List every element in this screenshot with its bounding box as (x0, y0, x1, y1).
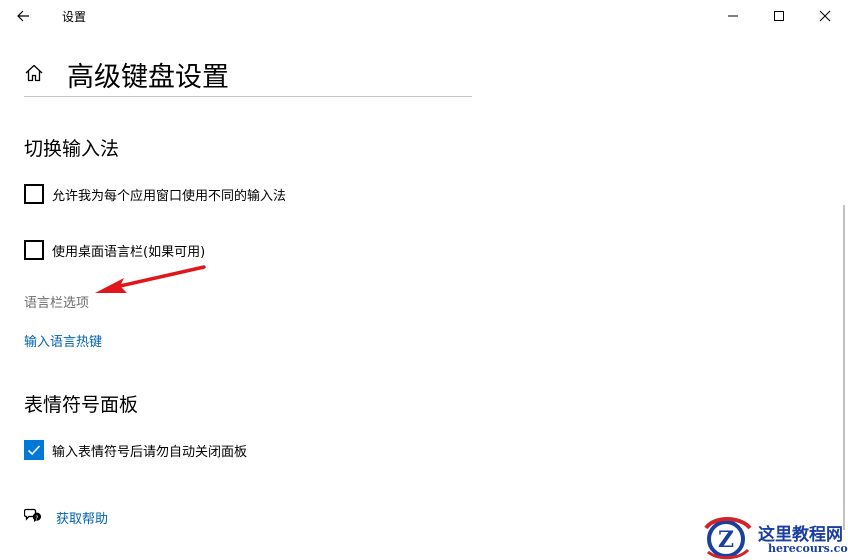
close-icon (819, 10, 831, 22)
title-bar: 设置 (0, 0, 848, 32)
close-button[interactable] (810, 4, 840, 28)
checkbox-box[interactable] (24, 184, 44, 204)
get-help-label: 获取帮助 (56, 512, 109, 527)
svg-text:?: ? (35, 515, 38, 522)
checkmark-icon (27, 445, 41, 456)
page-title: 高级键盘设置 (67, 62, 229, 93)
checkbox-label: 允许我为每个应用窗口使用不同的输入法 (52, 189, 287, 204)
title-divider (24, 96, 472, 97)
watermark-text-sub: herecours.com (768, 542, 848, 555)
minimize-button[interactable] (718, 4, 748, 28)
checkbox-box[interactable] (24, 240, 44, 260)
maximize-button[interactable] (764, 4, 794, 28)
chat-help-icon: ? (24, 508, 42, 522)
back-button[interactable] (10, 4, 38, 28)
watermark: Z 这里教程网 herecours.com (700, 514, 848, 560)
minimize-icon (728, 15, 738, 17)
app-title: 设置 (62, 10, 87, 24)
maximize-icon (774, 11, 784, 21)
checkbox-box-checked[interactable] (24, 440, 44, 460)
home-icon[interactable] (23, 62, 45, 84)
watermark-logo: Z (704, 517, 752, 560)
watermark-logo-letter: Z (718, 527, 734, 553)
annotation-arrow (95, 265, 206, 293)
section-heading-emoji-panel: 表情符号面板 (24, 394, 139, 416)
language-bar-options-link: 语言栏选项 (24, 296, 90, 311)
checkbox-label: 输入表情符号后请勿自动关闭面板 (52, 445, 248, 460)
back-arrow-icon (17, 10, 29, 22)
section-heading-switch-input: 切换输入法 (24, 138, 120, 160)
scrollbar[interactable] (843, 205, 845, 530)
input-language-hotkeys-link[interactable]: 输入语言热键 (24, 331, 102, 350)
checkbox-label: 使用桌面语言栏(如果可用) (52, 245, 206, 260)
